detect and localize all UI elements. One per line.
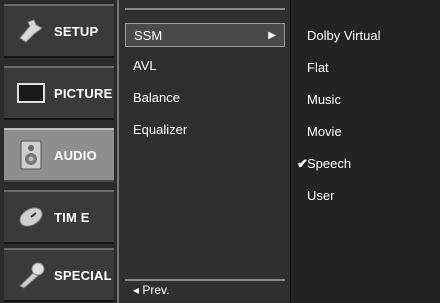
option-label: Dolby Virtual xyxy=(307,28,381,43)
option-label: User xyxy=(307,188,335,203)
prev-button[interactable]: ◂ Prev. xyxy=(125,279,285,299)
sub-item-balance[interactable]: Balance xyxy=(125,86,285,110)
picture-icon xyxy=(14,76,48,110)
sub-menu-divider xyxy=(125,0,285,10)
sub-item-label: SSM xyxy=(134,28,163,43)
option-flat[interactable]: Flat xyxy=(307,58,329,78)
option-dolby-virtual[interactable]: Dolby Virtual xyxy=(307,26,380,46)
menu-item-picture[interactable]: PICTURE xyxy=(4,66,114,120)
sub-item-ssm[interactable]: SSM ▶ xyxy=(125,23,285,47)
menu-label-special: SPECIAL xyxy=(54,267,112,283)
option-label: Flat xyxy=(307,60,329,75)
sub-item-avl[interactable]: AVL xyxy=(125,54,285,78)
option-music[interactable]: Music xyxy=(307,90,341,110)
sub-item-label: AVL xyxy=(133,58,157,73)
setup-icon xyxy=(14,14,48,48)
menu-item-setup[interactable]: SETUP xyxy=(4,4,114,58)
menu-item-time[interactable]: TIM E xyxy=(4,190,114,244)
check-icon: ✔ xyxy=(297,156,308,171)
ssm-options: Dolby Virtual Flat Music Movie ✔ Speech … xyxy=(290,0,440,303)
menu-label-time: TIM E xyxy=(54,209,90,225)
sub-item-label: Equalizer xyxy=(133,122,188,137)
option-speech[interactable]: ✔ Speech xyxy=(297,154,352,174)
menu-label-picture: PICTURE xyxy=(54,85,113,101)
menu-label-setup: SETUP xyxy=(54,23,99,39)
submenu-arrow-icon: ▶ xyxy=(268,30,276,41)
menu-item-special[interactable]: SPECIAL xyxy=(4,248,114,302)
special-icon xyxy=(14,258,48,292)
clock-icon xyxy=(14,200,48,234)
option-label: Music xyxy=(307,92,341,107)
option-label: Movie xyxy=(307,124,342,139)
sub-menu: SSM ▶ AVL Balance Equalizer ◂ Prev. xyxy=(117,0,290,303)
option-user[interactable]: User xyxy=(307,186,334,206)
option-movie[interactable]: Movie xyxy=(307,122,342,142)
menu-label-audio: AUDIO xyxy=(54,147,97,163)
sub-item-equalizer[interactable]: Equalizer xyxy=(125,118,285,142)
menu-item-audio[interactable]: AUDIO xyxy=(4,128,114,182)
sub-item-label: Balance xyxy=(133,90,180,105)
option-label: Speech xyxy=(307,156,352,171)
main-menu: SETUP PICTURE AUDIO TIM E SPECIAL xyxy=(0,0,117,303)
speaker-icon xyxy=(14,138,48,172)
